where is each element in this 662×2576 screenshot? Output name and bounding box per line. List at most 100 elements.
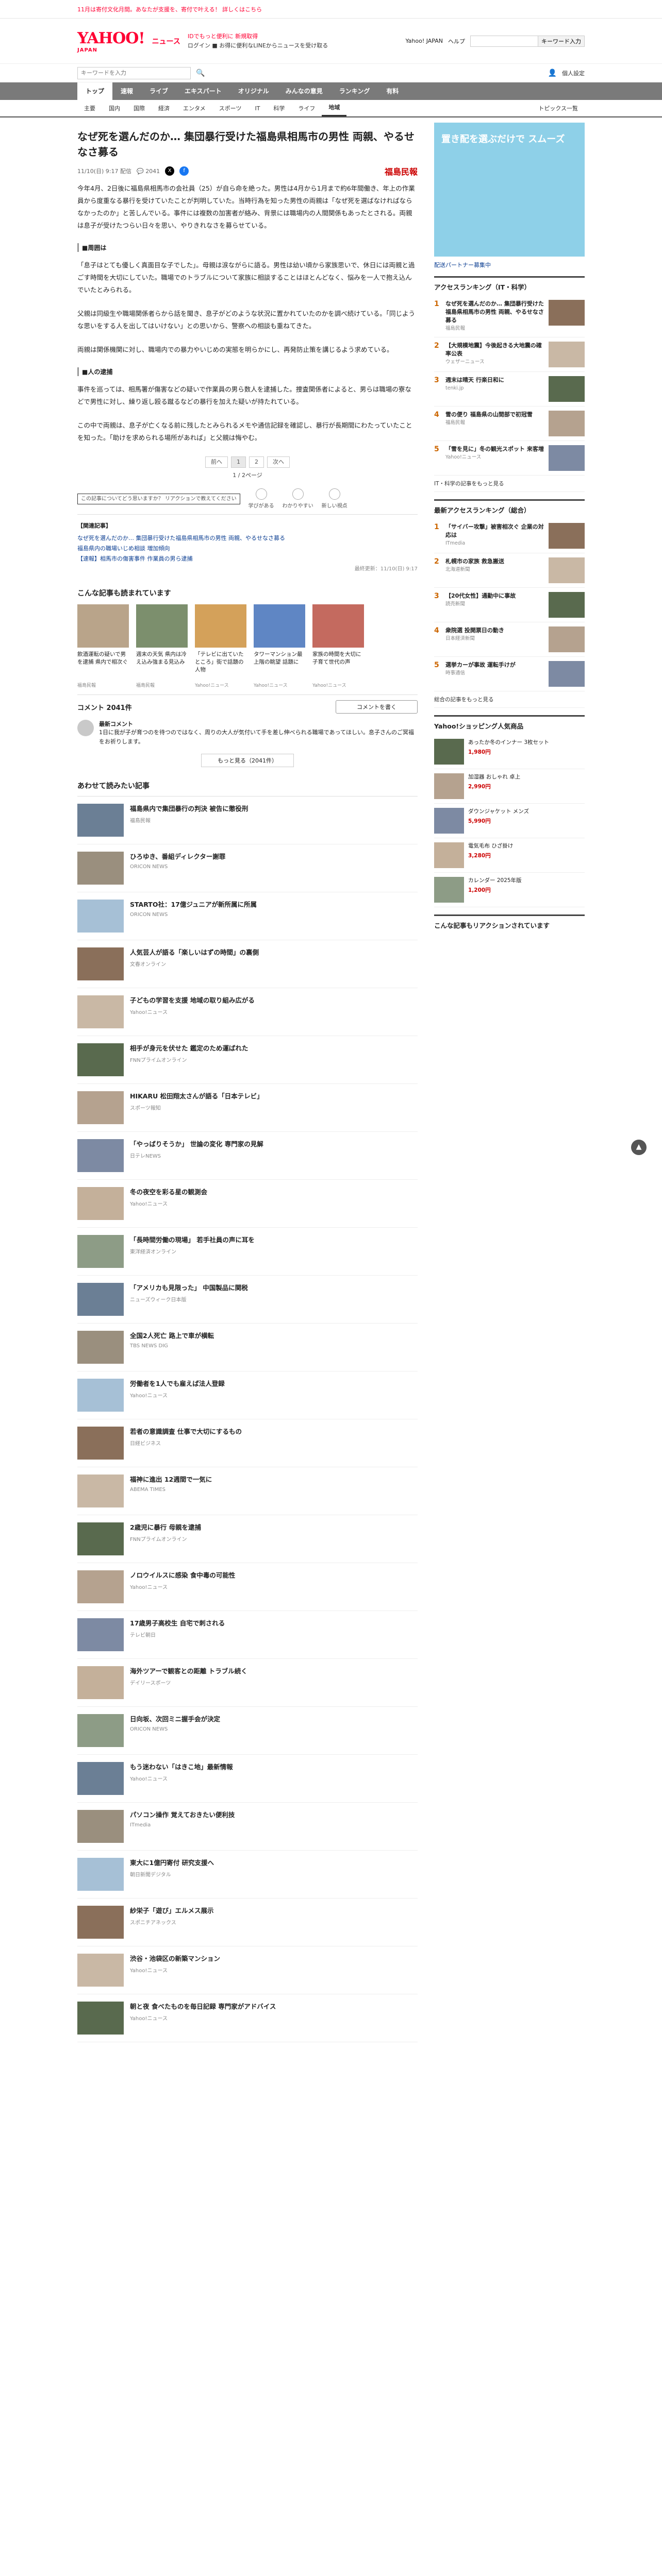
recommend-card[interactable]: 家族の時間を大切に 子育て世代の声 Yahoo!ニュース xyxy=(312,604,364,688)
ranking-item[interactable]: 2 札幌市の家族 救急搬送 北海道新聞 xyxy=(434,553,585,588)
recommend-card[interactable]: 「テレビに出ていたところ」街で話題の人物 Yahoo!ニュース xyxy=(195,604,246,688)
feed-item[interactable]: パソコン操作 覚えておきたい便利技 ITmedia xyxy=(77,1803,418,1851)
feed-item[interactable]: 人気芸人が語る「楽しいはずの時間」の裏側 文春オンライン xyxy=(77,940,418,988)
more-total-link[interactable]: 総合の記事をもっと見る xyxy=(434,691,585,708)
more-comments-button[interactable]: もっと見る（2041件） xyxy=(201,754,294,767)
feed-item[interactable]: 海外ツアーで観客との距離 トラブル続く デイリースポーツ xyxy=(77,1659,418,1707)
tab-local[interactable]: 地域 xyxy=(322,100,347,116)
feed-item[interactable]: もう迷わない「はきこ地」最新情報 Yahoo!ニュース xyxy=(77,1755,418,1803)
tab-international[interactable]: 国際 xyxy=(127,104,152,112)
ranking-item[interactable]: 1 「サイバー攻撃」被害相次ぐ 企業の対応は ITmedia xyxy=(434,519,585,553)
feed-item[interactable]: 全国2人死亡 路上で車が横転 TBS NEWS DIG xyxy=(77,1324,418,1371)
ranking-item[interactable]: 5 選挙カーが事故 運転手けが 時事通信 xyxy=(434,657,585,691)
ranking-item[interactable]: 2 【大規模地震】今後起きる大地震の確率公表 ウェザーニュース xyxy=(434,337,585,372)
prev-page-button[interactable]: 前へ xyxy=(205,456,228,468)
page-2-button[interactable]: 2 xyxy=(249,456,264,468)
feed-item[interactable]: 「やっばりそうか」 世論の変化 専門家の見解 日テレNEWS xyxy=(77,1132,418,1180)
nav-opinion[interactable]: みんなの意見 xyxy=(277,82,331,100)
feed-item[interactable]: 相手が身元を伏せた 鑑定のため運ばれた FNNプライムオンライン xyxy=(77,1036,418,1084)
recommend-card[interactable]: 飲酒運転の疑いで男を逮捕 県内で相次ぐ 福島民報 xyxy=(77,604,129,688)
tab-it[interactable]: IT xyxy=(248,105,267,112)
shopping-item[interactable]: あったか冬のインナー 3枚セット 1,980円 xyxy=(434,735,585,769)
tab-domestic[interactable]: 国内 xyxy=(102,104,127,112)
shopping-item[interactable]: 電気毛布 ひざ掛け 3,280円 xyxy=(434,838,585,873)
reaction-new-button[interactable]: 新しい視点 xyxy=(322,488,347,509)
header-search-button[interactable]: キーワード入力 xyxy=(538,36,584,46)
tab-science[interactable]: 科学 xyxy=(267,104,291,112)
reaction-clear-button[interactable]: わかりやすい xyxy=(283,488,313,509)
comment-count-icon[interactable]: 💬 2041 xyxy=(137,168,160,175)
header-search-input[interactable] xyxy=(471,36,538,46)
nav-live[interactable]: ライブ xyxy=(141,82,176,100)
ranking-item[interactable]: 3 週末は晴天 行楽日和に tenki.jp xyxy=(434,372,585,406)
feed-item[interactable]: 東大に1億円寄付 研究支援へ 朝日新聞デジタル xyxy=(77,1851,418,1899)
related-link[interactable]: 【速報】相馬市の傷害事件 作業員の男ら逮捕 xyxy=(77,554,418,564)
comment-user[interactable]: 最新コメント xyxy=(99,720,418,728)
promo-text[interactable]: 11月は寄付文化月間。あなたが支援を、寄付で叶える！ 詳しくはこちら xyxy=(77,5,262,13)
tab-sports[interactable]: スポーツ xyxy=(212,104,249,112)
ranking-item[interactable]: 4 雪の便り 福島県の山間部で初冠雪 福島民報 xyxy=(434,406,585,441)
ranking-item[interactable]: 5 「雪を見に」冬の観光スポット 来客増 Yahoo!ニュース xyxy=(434,441,585,476)
feed-item[interactable]: 2歳児に暴行 母親を逮捕 FNNプライムオンライン xyxy=(77,1515,418,1563)
feed-item[interactable]: ひろゆき、番組ディレクター謝罪 ORICON NEWS xyxy=(77,844,418,892)
settings-link[interactable]: 個人設定 xyxy=(562,69,585,77)
nav-paid[interactable]: 有料 xyxy=(378,82,407,100)
yahoo-logo[interactable]: YAHOO! JAPAN xyxy=(77,29,145,53)
ranking-item[interactable]: 3 【20代女性】通勤中に事故 読売新聞 xyxy=(434,588,585,622)
feed-item[interactable]: 福神に進出 12週間で一気に ABEMA TIMES xyxy=(77,1467,418,1515)
feed-item[interactable]: STARTO社：17億ジュニアが新所属に所属 ORICON NEWS xyxy=(77,892,418,940)
reaction-learn-button[interactable]: 学びがある xyxy=(249,488,274,509)
tab-entertainment[interactable]: エンタメ xyxy=(176,104,212,112)
recommend-card[interactable]: 週末の天気 県内は冷え込み強まる見込み 福島民報 xyxy=(136,604,188,688)
feed-item[interactable]: 「長時間労働の現場」 若手社員の声に耳を 東洋経済オンライン xyxy=(77,1228,418,1276)
related-link[interactable]: なぜ死を選んだのか… 集団暴行受けた福島県相馬市の男性 両親、やるせなさ募る xyxy=(77,533,418,544)
tab-main[interactable]: 主要 xyxy=(77,104,102,112)
nav-original[interactable]: オリジナル xyxy=(230,82,277,100)
write-comment-button[interactable]: コメントを書く xyxy=(336,700,418,714)
signup-link[interactable]: IDでもっと便利に 新規取得 xyxy=(188,32,399,41)
nav-breaking[interactable]: 速報 xyxy=(112,82,141,100)
scroll-top-button[interactable]: ▲ xyxy=(631,1140,647,1155)
ranking-item[interactable]: 4 衆院選 投開票日の動き 日本経済新聞 xyxy=(434,622,585,657)
search-icon[interactable]: 🔍 xyxy=(196,69,205,77)
feed-item[interactable]: 日向坂、次回ミニ握手会が決定 ORICON NEWS xyxy=(77,1707,418,1755)
feed-item[interactable]: ノロウイルスに感染 食中毒の可能性 Yahoo!ニュース xyxy=(77,1563,418,1611)
facebook-share-icon[interactable]: f xyxy=(179,166,189,176)
feed-item[interactable]: HIKARU 松田翔太さんが語る「日本テレビ」 スポーツ報知 xyxy=(77,1084,418,1132)
feed-item[interactable]: 冬の夜空を彩る星の観測会 Yahoo!ニュース xyxy=(77,1180,418,1228)
shopping-item[interactable]: ダウンジャケット メンズ 5,990円 xyxy=(434,804,585,838)
ad-caption[interactable]: 配送パートナー募集中 xyxy=(434,261,585,269)
page-1-button[interactable]: 1 xyxy=(231,456,246,468)
feed-item[interactable]: 労働者を1人でも雇えば法人登録 Yahoo!ニュース xyxy=(77,1371,418,1419)
news-search-input[interactable] xyxy=(77,66,191,79)
nav-expert[interactable]: エキスパート xyxy=(176,82,230,100)
nav-top[interactable]: トップ xyxy=(77,82,113,100)
publisher-logo[interactable]: 福島民報 xyxy=(385,165,418,177)
feed-item[interactable]: 渋谷・池袋区の新築マンション Yahoo!ニュース xyxy=(77,1946,418,1994)
yahoo-top-link[interactable]: Yahoo! JAPAN xyxy=(405,38,443,44)
shopping-item[interactable]: カレンダー 2025年版 1,200円 xyxy=(434,873,585,907)
feed-item[interactable]: 福島県内で集団暴行の判決 被告に懲役刑 福島民報 xyxy=(77,796,418,844)
nav-ranking[interactable]: ランキング xyxy=(331,82,378,100)
ranking-item[interactable]: 1 なぜ死を選んだのか… 集団暴行受けた福島県相馬市の男性 両親、やるせなさ募る福… xyxy=(434,296,585,337)
related-link[interactable]: 福島県内の職場いじめ相談 増加傾向 xyxy=(77,544,418,554)
logo-sub: JAPAN xyxy=(77,47,97,53)
x-share-icon[interactable]: X xyxy=(165,166,175,176)
shopping-item[interactable]: 加湿器 おしゃれ 卓上 2,990円 xyxy=(434,769,585,804)
recommend-card[interactable]: タワーマンション最上階の眺望 話題に Yahoo!ニュース xyxy=(254,604,305,688)
feed-item[interactable]: 17歳男子高校生 自宅で刺される テレビ朝日 xyxy=(77,1611,418,1659)
user-icon[interactable]: 👤 xyxy=(548,69,557,77)
sidebar-ad[interactable]: 置き配を選ぶだけで スムーズ xyxy=(434,123,585,257)
feed-item[interactable]: 紗栄子「遊び」エルメス展示 スポニチアネックス xyxy=(77,1899,418,1946)
tab-life[interactable]: ライフ xyxy=(291,104,322,112)
feed-item[interactable]: 子どもの学習を支援 地域の取り組み広がる Yahoo!ニュース xyxy=(77,988,418,1036)
login-link[interactable]: ログイン ■ お得に便利なLINEからニュースを受け取る xyxy=(188,41,399,50)
topics-list-link[interactable]: トピックス一覧 xyxy=(532,104,585,112)
next-page-button[interactable]: 次へ xyxy=(267,456,290,468)
more-it-link[interactable]: IT・科学の記事をもっと見る xyxy=(434,476,585,492)
feed-item[interactable]: 若者の意識調査 仕事で大切にするもの 日経ビジネス xyxy=(77,1419,418,1467)
help-link[interactable]: ヘルプ xyxy=(448,37,465,45)
feed-item[interactable]: 「アメリカも見限った」 中国製品に関税 ニューズウィーク日本版 xyxy=(77,1276,418,1324)
feed-item[interactable]: 朝と夜 食べたものを毎日記録 専門家がアドバイス Yahoo!ニュース xyxy=(77,1994,418,2042)
tab-economy[interactable]: 経済 xyxy=(152,104,176,112)
